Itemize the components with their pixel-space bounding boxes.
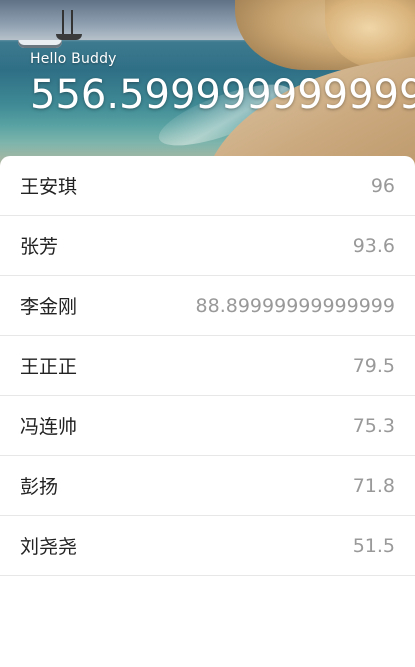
student-score: 51.5 [352, 534, 395, 557]
student-name: 张芳 [20, 236, 59, 258]
header-banner: Hello Buddy 556.5999999999999 [0, 0, 415, 175]
greeting-text: Hello Buddy [30, 51, 117, 67]
student-score: 93.6 [352, 234, 395, 257]
list-item[interactable]: 刘尧尧 51.5 [0, 516, 415, 576]
student-name: 刘尧尧 [20, 536, 78, 558]
student-name: 王安琪 [20, 176, 78, 198]
list-item[interactable]: 彭扬 71.8 [0, 456, 415, 516]
student-name: 冯连帅 [20, 416, 78, 438]
list-item[interactable]: 王正正 79.5 [0, 336, 415, 396]
student-name: 王正正 [20, 356, 78, 378]
list-item[interactable]: 王安琪 96 [0, 156, 415, 216]
student-name: 彭扬 [20, 476, 59, 498]
score-list: 王安琪 96 张芳 93.6 李金刚 88.89999999999999 王正正… [0, 156, 415, 576]
banner-boat [18, 40, 62, 48]
page: Hello Buddy 556.5999999999999 王安琪 96 张芳 … [0, 0, 415, 667]
list-item[interactable]: 张芳 93.6 [0, 216, 415, 276]
list-item[interactable]: 冯连帅 75.3 [0, 396, 415, 456]
student-score: 96 [370, 174, 395, 197]
student-score: 79.5 [352, 354, 395, 377]
banner-sailing-ship [56, 8, 82, 40]
student-score: 71.8 [352, 474, 395, 497]
list-item[interactable]: 李金刚 88.89999999999999 [0, 276, 415, 336]
student-score: 75.3 [352, 414, 395, 437]
student-name: 李金刚 [20, 296, 78, 318]
student-score: 88.89999999999999 [195, 294, 395, 317]
total-score: 556.5999999999999 [30, 72, 415, 118]
